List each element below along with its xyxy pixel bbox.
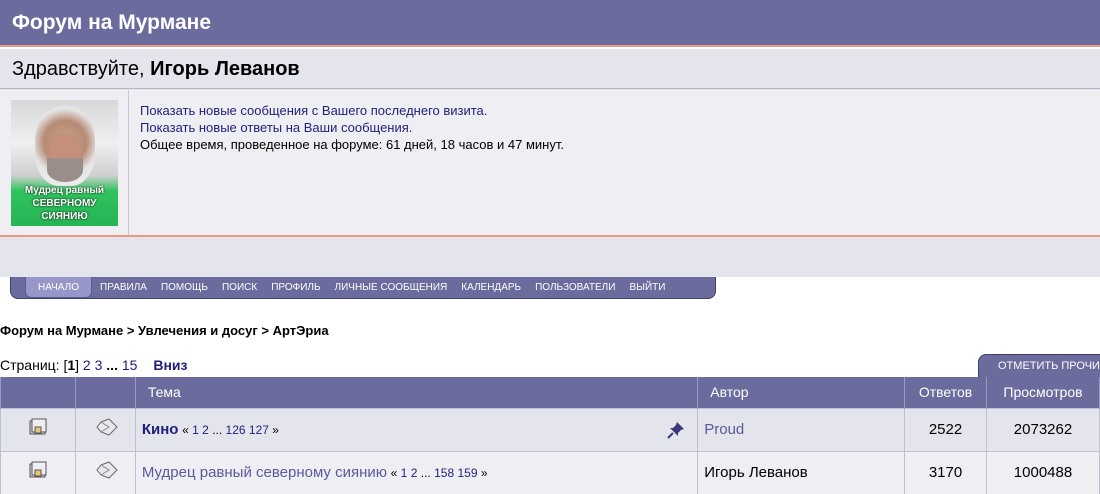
topic-pages: « 1 2 ... 158 159 » [391, 466, 488, 480]
breadcrumb-separator: > [126, 323, 135, 338]
topic-page-link[interactable]: 2 [411, 466, 418, 480]
main-nav: НАЧАЛО ПРАВИЛА ПОМОЩЬ ПОИСК ПРОФИЛЬ ЛИЧН… [10, 277, 716, 299]
pin-icon [667, 421, 685, 444]
topics-table: Тема Автор Ответов Просмотров Кино « 1 2… [0, 377, 1100, 494]
mark-read-button[interactable]: ОТМЕТИТЬ ПРОЧИТ [978, 354, 1100, 377]
topic-pages: « 1 2 ... 126 127 » [182, 423, 279, 437]
header-author[interactable]: Автор [697, 377, 906, 408]
topic-type-icon [95, 418, 119, 438]
row-topic-cell: Мудрец равный северному сиянию « 1 2 ...… [134, 450, 699, 494]
topic-pages-close: » [480, 466, 488, 480]
avatar-cell: Мудрец равный СЕВЕРНОМУ СИЯНИЮ [0, 90, 129, 235]
header-type-col [74, 377, 136, 408]
user-info-box: Мудрец равный СЕВЕРНОМУ СИЯНИЮ Показать … [0, 90, 1100, 237]
header-replies[interactable]: Ответов [904, 377, 987, 408]
topic-page-link[interactable]: 127 [249, 423, 269, 437]
row-topic-cell: Кино « 1 2 ... 126 127 » [134, 407, 699, 452]
time-spent-text: Общее время, проведенное на форуме: 61 д… [140, 137, 564, 152]
row-author-cell: Proud [697, 407, 906, 452]
row-folder-cell [0, 407, 76, 452]
nav-item-profile[interactable]: ПРОФИЛЬ [264, 277, 327, 298]
nav-item-messages[interactable]: ЛИЧНЫЕ СООБЩЕНИЯ [328, 277, 455, 298]
breadcrumb: Форум на Мурмане > Увлечения и досуг > А… [0, 323, 329, 338]
nav-item-users[interactable]: ПОЛЬЗОВАТЕЛИ [528, 277, 622, 298]
header-views[interactable]: Просмотров [986, 377, 1100, 408]
forum-header: Форум на Мурмане [0, 0, 1100, 47]
username[interactable]: Игорь Леванов [150, 58, 300, 80]
user-panel: Здравствуйте, Игорь Леванов Мудрец равны… [0, 49, 1100, 277]
topic-page-link[interactable]: 1 [401, 466, 408, 480]
nav-item-rules[interactable]: ПРАВИЛА [93, 277, 154, 298]
pagination-ellipsis: ... [106, 357, 118, 373]
topic-pages-ellipsis: ... [420, 466, 431, 480]
nav-item-logout[interactable]: ВЫЙТИ [622, 277, 672, 298]
table-row: Кино « 1 2 ... 126 127 » Proud 2522 2073… [0, 407, 1100, 452]
topic-page-link[interactable]: 1 [192, 423, 199, 437]
row-views: 1000488 [986, 450, 1100, 494]
avatar[interactable]: Мудрец равный СЕВЕРНОМУ СИЯНИЮ [11, 100, 118, 226]
table-header-row: Тема Автор Ответов Просмотров [0, 377, 1100, 408]
topic-page-link[interactable]: 158 [434, 466, 454, 480]
nav-item-home[interactable]: НАЧАЛО [25, 277, 93, 298]
row-type-cell [74, 450, 136, 494]
header-topic[interactable]: Тема [134, 377, 699, 408]
topic-pages-close: » [272, 423, 279, 437]
topic-title-link[interactable]: Кино [142, 421, 179, 438]
topic-type-icon [95, 461, 119, 481]
forum-title[interactable]: Форум на Мурмане [12, 11, 211, 35]
row-type-cell [74, 407, 136, 452]
topic-pages-open: « [182, 423, 189, 437]
row-views: 2073262 [986, 407, 1100, 452]
new-posts-link[interactable]: Показать новые сообщения с Вашего послед… [140, 102, 564, 119]
author-link[interactable]: Proud [704, 421, 744, 438]
nav-item-search[interactable]: ПОИСК [215, 277, 264, 298]
pagination-last[interactable]: 15 [122, 357, 138, 373]
new-replies-link[interactable]: Показать новые ответы на Ваши сообщения. [140, 119, 564, 136]
row-replies[interactable]: 2522 [904, 407, 987, 452]
pagination-label: Страниц: [0, 357, 60, 373]
topic-pages-open: « [390, 466, 398, 480]
author-name[interactable]: Игорь Леванов [704, 464, 808, 481]
nav-bar: НАЧАЛО ПРАВИЛА ПОМОЩЬ ПОИСК ПРОФИЛЬ ЛИЧН… [11, 277, 672, 298]
pagination-page[interactable]: 2 [83, 357, 91, 373]
pagination-current: 1 [67, 357, 76, 373]
table-row: Мудрец равный северному сиянию « 1 2 ...… [0, 450, 1100, 494]
welcome-bar: Здравствуйте, Игорь Леванов [0, 49, 1100, 89]
topic-page-link[interactable]: 159 [457, 466, 477, 480]
pagination: Страниц: [1] 2 3 ... 15 Вниз [0, 357, 188, 373]
topic-folder-icon[interactable] [28, 418, 48, 438]
topic-page-link[interactable]: 126 [226, 423, 246, 437]
greeting-label: Здравствуйте, [12, 58, 151, 80]
topic-pages-ellipsis: ... [212, 423, 223, 437]
breadcrumb-item-artaria[interactable]: АртЭриа [273, 323, 329, 338]
breadcrumb-separator: > [261, 323, 269, 338]
topic-page-link[interactable]: 2 [202, 423, 209, 437]
row-author-cell: Игорь Леванов [697, 450, 906, 494]
avatar-beard-shape [47, 158, 83, 182]
breadcrumb-item-hobbies[interactable]: Увлечения и досуг [138, 323, 258, 338]
topic-title-link[interactable]: Мудрец равный северному сиянию [142, 464, 387, 481]
user-links: Показать новые сообщения с Вашего послед… [140, 102, 564, 153]
header-icon-col [0, 377, 76, 408]
row-replies[interactable]: 3170 [904, 450, 987, 494]
nav-item-calendar[interactable]: КАЛЕНДАРЬ [454, 277, 528, 298]
avatar-caption: Мудрец равный СЕВЕРНОМУ СИЯНИЮ [24, 185, 105, 222]
breadcrumb-item-forum[interactable]: Форум на Мурмане [0, 323, 123, 338]
nav-item-help[interactable]: ПОМОЩЬ [154, 277, 215, 298]
pagination-page[interactable]: 3 [95, 357, 103, 373]
row-folder-cell [0, 450, 76, 494]
jump-down-link[interactable]: Вниз [153, 357, 187, 373]
topic-folder-icon[interactable] [28, 461, 48, 481]
welcome-text: Здравствуйте, Игорь Леванов [12, 58, 300, 81]
